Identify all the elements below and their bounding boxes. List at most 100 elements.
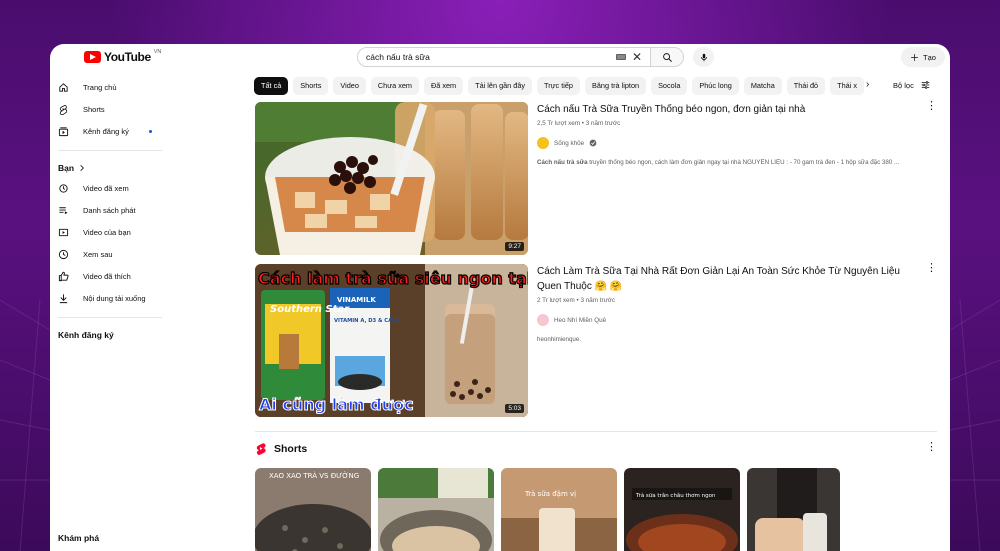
sidebar-item-label: Shorts — [83, 104, 105, 114]
sidebar-item-label: Video đã xem — [83, 183, 129, 193]
channel-name[interactable]: Heo Nhí Miền Quê — [554, 317, 606, 324]
chip-thai-xanh[interactable]: Thái x — [830, 77, 864, 95]
chip-recently-uploaded[interactable]: Tải lên gần đây — [468, 77, 533, 95]
description-text: truyền thống béo ngon, cách làm đơn giản… — [587, 159, 900, 166]
view-count: 2 Tr lượt xem — [537, 297, 575, 304]
create-button[interactable]: Tạo — [901, 47, 945, 67]
playlist-icon — [59, 206, 68, 214]
chip-thai-do[interactable]: Thái đỏ — [786, 77, 826, 95]
history-icon — [59, 183, 68, 193]
verified-icon — [589, 139, 597, 147]
clear-icon[interactable]: ✕ — [632, 51, 642, 63]
masthead: YouTube VN ✕ Tạo — [50, 44, 950, 70]
sidebar-item-liked-videos[interactable]: Video đã thích — [50, 265, 168, 287]
create-label: Tạo — [923, 52, 936, 62]
sidebar-item-watch-later[interactable]: Xem sau — [50, 243, 168, 265]
thumb-box-brand: VINAMILK — [337, 296, 376, 304]
short-card[interactable]: XAO XAO TRÀ VS ĐƯỜNG — [255, 468, 371, 551]
short-overlay-text: Trà sữa trân châu thơm ngon — [635, 492, 716, 499]
shorts-shelf-header: Shorts — [255, 442, 307, 455]
logo-wordmark: YouTube — [104, 50, 151, 64]
search-icon — [662, 52, 672, 62]
video-info: Cách Làm Trà Sữa Tại Nhà Rất Đơn Giản Lạ… — [537, 264, 927, 343]
video-result[interactable]: Cách làm trà sữa siêu ngon tại nhà South… — [255, 263, 940, 419]
chevron-right-icon[interactable]: › — [866, 79, 869, 90]
sidebar-item-your-videos[interactable]: Video của bạn — [50, 221, 168, 243]
avatar[interactable] — [537, 137, 549, 149]
filter-chips: Tất cả Shorts Video Chưa xem Đã xem Tải … — [254, 77, 884, 95]
sidebar-divider — [58, 150, 162, 151]
shorts-icon — [256, 443, 266, 455]
short-card[interactable] — [378, 468, 494, 551]
mic-icon — [700, 53, 707, 61]
video-description: heonhimienque. — [537, 336, 582, 343]
watch-later-icon — [58, 249, 69, 259]
video-result[interactable]: 9:27 Cách nấu Trà Sữa Truyền Thống béo n… — [255, 101, 940, 257]
shorts-heading: Shorts — [274, 442, 308, 455]
view-count: 2,5 Tr lượt xem — [537, 120, 580, 127]
sidebar-item-downloads[interactable]: Nội dung tải xuống — [50, 287, 168, 309]
video-thumbnail[interactable]: 9:27 — [255, 102, 528, 255]
channel-row[interactable]: Sống khỏe — [537, 137, 927, 149]
search-input[interactable] — [366, 52, 616, 62]
short-thumbnail: Trà sữa trân châu thơm ngon — [624, 468, 740, 551]
sidebar-item-home[interactable]: Trang chủ — [50, 76, 168, 98]
channel-name[interactable]: Sống khỏe — [554, 140, 584, 147]
chip-watched[interactable]: Đã xem — [424, 77, 464, 95]
chip-lipton[interactable]: Băng trà lipton — [585, 77, 647, 95]
keyboard-icon[interactable] — [615, 54, 626, 60]
upload-age: 3 năm trước — [585, 120, 621, 127]
country-code: VN — [153, 49, 162, 55]
channel-row[interactable]: Heo Nhí Miền Quê — [537, 314, 927, 326]
home-icon — [59, 82, 68, 92]
chip-unwatched[interactable]: Chưa xem — [370, 77, 419, 95]
upload-age: 3 năm trước — [580, 297, 616, 304]
chip-all[interactable]: Tất cả — [254, 77, 289, 95]
short-thumbnail: XAO XAO TRÀ VS ĐƯỜNG — [255, 468, 371, 551]
sidebar-item-history[interactable]: Video đã xem — [50, 177, 168, 199]
video-title[interactable]: Cách Làm Trà Sữa Tại Nhà Rất Đơn Giản Lạ… — [537, 264, 927, 294]
voice-search-button[interactable] — [693, 47, 714, 67]
thumbnail-image: Cách làm trà sữa siêu ngon tại nhà South… — [255, 264, 528, 417]
sidebar: Trang chủ Shorts Kênh đăng ký Bạn Video … — [50, 76, 168, 551]
thumbnail-image — [255, 102, 528, 255]
youtube-play-icon — [84, 51, 101, 63]
description-highlight: Cách nấu trà sữa — [537, 159, 588, 166]
sidebar-item-label: Xem sau — [83, 249, 113, 259]
sidebar-item-label: Nội dung tải xuống — [83, 293, 146, 303]
more-vert-icon[interactable]: ⋮ — [926, 101, 937, 112]
sidebar-item-label: Kênh đăng ký — [83, 126, 129, 136]
more-vert-icon[interactable]: ⋮ — [926, 263, 937, 274]
sidebar-item-playlists[interactable]: Danh sách phát — [50, 199, 168, 221]
chip-phuc-long[interactable]: Phúc long — [692, 77, 739, 95]
chip-video[interactable]: Video — [333, 77, 366, 95]
search-box: ✕ — [357, 47, 651, 67]
new-content-dot — [149, 130, 152, 133]
sidebar-item-shorts[interactable]: Shorts — [50, 98, 168, 120]
video-description: Cách nấu trà sữa truyền thống béo ngon, … — [537, 159, 927, 166]
chip-matcha[interactable]: Matcha — [743, 77, 782, 95]
video-thumbnail[interactable]: Cách làm trà sữa siêu ngon tại nhà South… — [255, 264, 528, 417]
more-vert-icon[interactable]: ⋮ — [926, 442, 937, 453]
sidebar-item-label: Danh sách phát — [83, 205, 136, 215]
like-icon — [58, 271, 69, 281]
short-card[interactable]: Trà sữa đậm vị — [501, 468, 617, 551]
video-meta: 2,5 Tr lượt xem • 3 năm trước — [537, 120, 621, 127]
avatar[interactable] — [537, 314, 549, 326]
youtube-logo[interactable]: YouTube VN — [84, 49, 162, 64]
sidebar-you-heading[interactable]: Bạn — [50, 159, 168, 177]
sidebar-item-subscriptions[interactable]: Kênh đăng ký — [50, 120, 168, 142]
chip-socola[interactable]: Socola — [651, 77, 688, 95]
sidebar-item-label: Trang chủ — [83, 82, 117, 92]
browser-window: YouTube VN ✕ Tạo Trang chủ Shorts — [50, 44, 950, 551]
filter-button[interactable]: Bộ lọc — [893, 80, 931, 90]
search-button[interactable] — [650, 47, 684, 67]
short-thumbnail — [378, 468, 494, 551]
short-card[interactable] — [747, 468, 840, 551]
video-title[interactable]: Cách nấu Trà Sữa Truyền Thống béo ngon, … — [537, 102, 927, 117]
plus-icon — [911, 53, 918, 61]
short-card[interactable]: Trà sữa trân châu thơm ngon — [624, 468, 740, 551]
chip-live[interactable]: Trực tiếp — [537, 77, 580, 95]
sidebar-item-label: Video của bạn — [83, 227, 131, 237]
chip-shorts[interactable]: Shorts — [293, 77, 329, 95]
